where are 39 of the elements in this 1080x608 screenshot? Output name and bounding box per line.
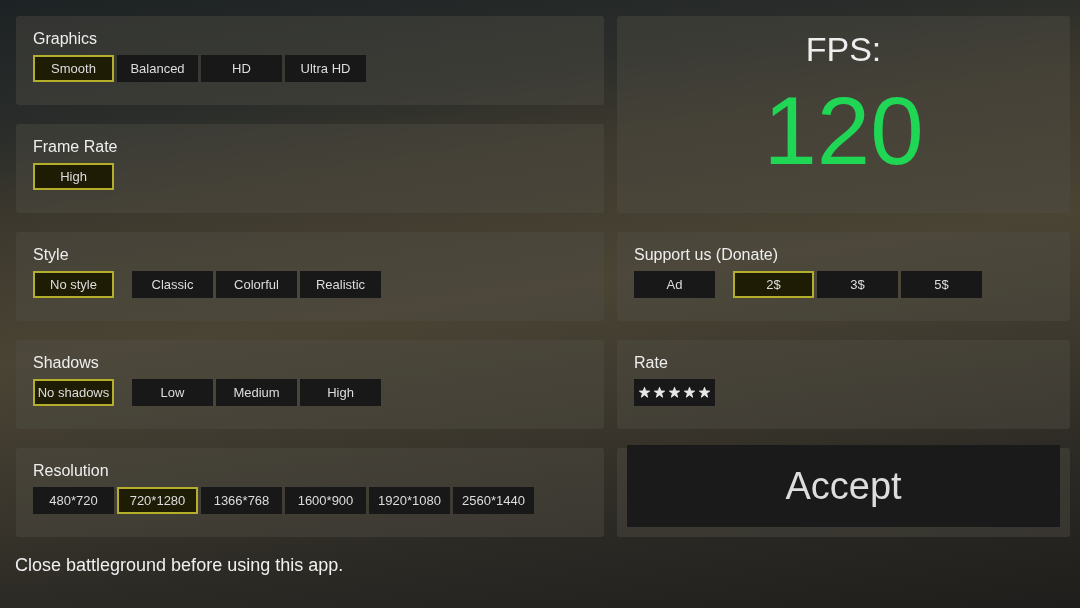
fps-value: 120 (763, 83, 924, 179)
option-button[interactable]: High (300, 379, 381, 406)
option-button[interactable]: No shadows (33, 379, 114, 406)
option-button[interactable]: Colorful (216, 271, 297, 298)
option-button[interactable]: Classic (132, 271, 213, 298)
option-button[interactable]: 3$ (817, 271, 898, 298)
accept-button[interactable]: Accept (627, 445, 1060, 527)
option-button[interactable]: Medium (216, 379, 297, 406)
star-icon[interactable] (654, 387, 665, 398)
option-button[interactable]: 1600*900 (285, 487, 366, 514)
option-button[interactable]: 480*720 (33, 487, 114, 514)
section-title: Frame Rate (33, 138, 118, 156)
fps-label: FPS: (805, 30, 882, 69)
option-button[interactable]: No style (33, 271, 114, 298)
option-button[interactable]: Realistic (300, 271, 381, 298)
option-button[interactable]: Smooth (33, 55, 114, 82)
option-button[interactable]: 720*1280 (117, 487, 198, 514)
section-title: Graphics (33, 30, 98, 48)
section-title: Style (33, 246, 69, 264)
option-button[interactable]: Balanced (117, 55, 198, 82)
section-title: Resolution (33, 462, 109, 480)
option-button[interactable]: 1920*1080 (369, 487, 450, 514)
option-button[interactable]: High (33, 163, 114, 190)
option-button[interactable]: 2$ (733, 271, 814, 298)
star-icon[interactable] (684, 387, 695, 398)
footer-note: Close battleground before using this app. (15, 555, 345, 576)
option-button[interactable]: HD (201, 55, 282, 82)
option-button[interactable]: Ad (634, 271, 715, 298)
section-title: Shadows (33, 354, 99, 372)
star-icon[interactable] (639, 387, 650, 398)
option-button[interactable]: 5$ (901, 271, 982, 298)
section-title: Rate (634, 354, 668, 372)
section-title: Support us (Donate) (634, 246, 779, 264)
option-button[interactable]: Low (132, 379, 213, 406)
star-icon[interactable] (699, 387, 710, 398)
option-button[interactable]: 1366*768 (201, 487, 282, 514)
option-button[interactable]: Ultra HD (285, 55, 366, 82)
option-button[interactable]: 2560*1440 (453, 487, 534, 514)
star-icon[interactable] (669, 387, 680, 398)
